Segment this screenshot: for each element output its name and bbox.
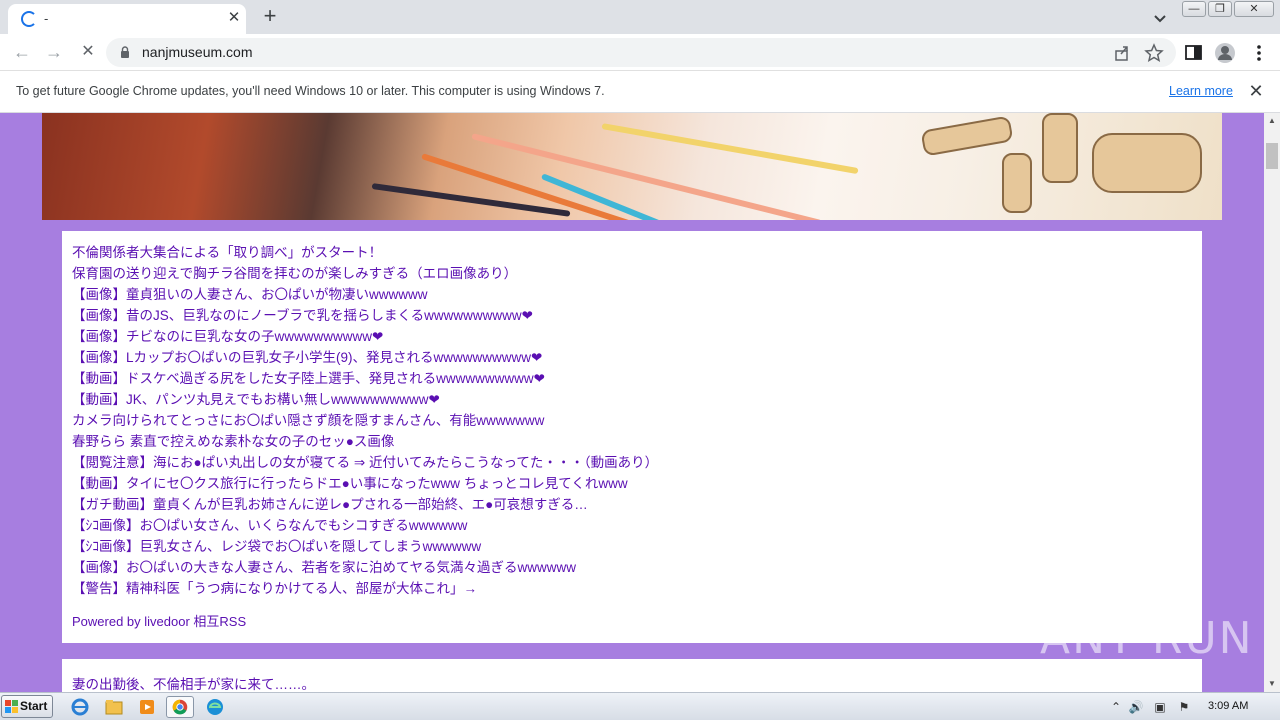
url-text[interactable]: nanjmuseum.com [142, 44, 253, 60]
rss-link[interactable]: カメラ向けられてとっさにお〇ぱい隠さず顔を隠すまんさん、有能wwwwwww [72, 410, 658, 431]
action-center-flag-icon[interactable]: ⚑ [1176, 699, 1192, 715]
internet-explorer-icon[interactable] [66, 696, 94, 718]
rss-link[interactable]: 【ｼｺ画像】お〇ぱい女さん、いくらなんでもシコすぎるwwwwww [72, 515, 658, 536]
banner-bone-shape [1042, 113, 1078, 183]
file-explorer-icon[interactable] [100, 696, 128, 718]
anyrun-watermark: ANY RUN [1040, 613, 1254, 664]
rss-link[interactable]: 【閲覧注意】海にお●ぱい丸出しの女が寝てる ⇒ 近付いてみたらこうなってた・・・… [72, 452, 658, 473]
banner-bone-shape [1002, 153, 1032, 213]
scroll-thumb[interactable] [1266, 143, 1278, 169]
rss-link[interactable]: 【画像】チビなのに巨乳な女の子wwwwwwwwww❤ [72, 326, 658, 347]
back-button[interactable]: ← [10, 40, 34, 64]
lock-icon[interactable] [120, 46, 130, 58]
rss-link[interactable]: 【画像】Lカップお〇ぱいの巨乳女子小学生(9)、発見されるwwwwwwwwww❤ [72, 347, 658, 368]
scroll-down-arrow-icon[interactable]: ▼ [1264, 676, 1280, 692]
address-bar[interactable]: nanjmuseum.com [106, 38, 1176, 67]
rss-link[interactable]: 【動画】ドスケベ過ぎる尻をした女子陸上選手、発見されるwwwwwwwwww❤ [72, 368, 658, 389]
post-title-link[interactable]: 妻の出勤後、不倫相手が家に来て……。 [72, 673, 315, 692]
start-label: Start [20, 699, 48, 713]
profile-avatar-icon[interactable] [1214, 42, 1236, 64]
page-viewport: 不倫関係者大集合による「取り調べ」がスタート！ 保育園の送り迎えで胸チラ谷間を拝… [0, 113, 1264, 692]
rss-link[interactable]: 【動画】タイにセ〇クス旅行に行ったらドエ●い事になったwww ちょっとコレ見てく… [72, 473, 658, 494]
learn-more-link[interactable]: Learn more [1169, 84, 1233, 98]
powered-by-link[interactable]: Powered by livedoor 相互RSS [72, 611, 246, 630]
show-hidden-icons-icon[interactable]: ⌃ [1108, 699, 1124, 715]
volume-icon[interactable]: 🔊 [1128, 699, 1144, 715]
scroll-up-arrow-icon[interactable]: ▲ [1264, 113, 1280, 129]
forward-button[interactable]: → [42, 40, 66, 64]
network-icon[interactable]: ▣ [1152, 699, 1168, 715]
banner-streak [371, 183, 571, 217]
rss-link[interactable]: 春野らら 素直で控えめな素朴な女の子のセッ●ス画像 [72, 431, 658, 452]
system-tray: ⌃ 🔊 ▣ ⚑ 3:09 AM [1104, 693, 1280, 720]
rss-link[interactable]: 保育園の送り迎えで胸チラ谷間を拝むのが楽しみすぎる（エロ画像あり） [72, 263, 658, 284]
update-infobar: To get future Google Chrome updates, you… [0, 71, 1280, 113]
start-button[interactable]: Start [1, 695, 53, 718]
post-panel: 妻の出勤後、不倫相手が家に来て……。 [62, 659, 1202, 692]
edge-icon[interactable] [201, 696, 229, 718]
stop-loading-button[interactable]: ✕ [76, 40, 100, 64]
tab-search-chevron-icon[interactable] [1150, 8, 1170, 28]
new-tab-button[interactable]: + [258, 5, 282, 29]
rss-link[interactable]: 【警告】精神科医「うつ病になりかけてる人、部屋が大体これ」→ [72, 578, 658, 599]
media-player-icon[interactable] [133, 696, 161, 718]
tab-strip: - ✕ + — ❐ ✕ [0, 0, 1280, 34]
loading-spinner-icon [21, 11, 37, 27]
bookmark-star-icon[interactable] [1144, 43, 1164, 63]
infobar-close-icon[interactable]: ✕ [1246, 81, 1266, 101]
rss-link[interactable]: 【画像】昔のJS、巨乳なのにノーブラで乳を揺らしまくるwwwwwwwwww❤ [72, 305, 658, 326]
rss-links-panel: 不倫関係者大集合による「取り調べ」がスタート！ 保育園の送り迎えで胸チラ谷間を拝… [62, 231, 1202, 643]
rss-link[interactable]: 【画像】童貞狙いの人妻さん、お〇ぱいが物凄いwwwwww [72, 284, 658, 305]
rss-link[interactable]: 【ガチ動画】童貞くんが巨乳お姉さんに逆レ●プされる一部始終、エ●可哀想すぎる… [72, 494, 658, 515]
tab-close-icon[interactable]: ✕ [225, 9, 243, 27]
tab-title: - [44, 11, 49, 26]
chrome-taskbar-icon[interactable] [166, 696, 194, 718]
rss-link[interactable]: 【画像】お〇ぱいの大きな人妻さん、若者を家に泊めてヤる気満々過ぎるwwwwww [72, 557, 658, 578]
header-banner-image[interactable] [42, 113, 1222, 220]
rss-link[interactable]: 【動画】JK、パンツ丸見えでもお構い無しwwwwwwwwww❤ [72, 389, 658, 410]
minimize-button[interactable]: — [1182, 1, 1206, 17]
rss-link-list: 不倫関係者大集合による「取り調べ」がスタート！ 保育園の送り迎えで胸チラ谷間を拝… [72, 242, 658, 599]
menu-kebab-icon[interactable] [1248, 42, 1270, 64]
windows-taskbar: Start ⌃ 🔊 ▣ ⚑ 3:09 AM [0, 692, 1280, 720]
banner-bone-shape [1092, 133, 1202, 193]
toolbar: ← → ✕ nanjmuseum.com [0, 34, 1280, 71]
infobar-message: To get future Google Chrome updates, you… [16, 84, 605, 98]
restore-button[interactable]: ❐ [1208, 1, 1232, 17]
side-panel-icon[interactable] [1183, 42, 1205, 64]
banner-bone-shape [920, 115, 1014, 157]
browser-tab[interactable]: - ✕ [8, 4, 246, 34]
close-window-button[interactable]: ✕ [1234, 1, 1274, 17]
vertical-scrollbar[interactable]: ▲ ▼ [1264, 113, 1280, 692]
rss-link[interactable]: 【ｼｺ画像】巨乳女さん、レジ袋でお〇ぱいを隠してしまうwwwwww [72, 536, 658, 557]
rss-link[interactable]: 不倫関係者大集合による「取り調べ」がスタート！ [72, 242, 658, 263]
windows-flag-icon [5, 700, 18, 713]
share-icon[interactable] [1112, 43, 1132, 63]
taskbar-clock[interactable]: 3:09 AM [1208, 700, 1248, 712]
banner-streak [601, 123, 859, 175]
